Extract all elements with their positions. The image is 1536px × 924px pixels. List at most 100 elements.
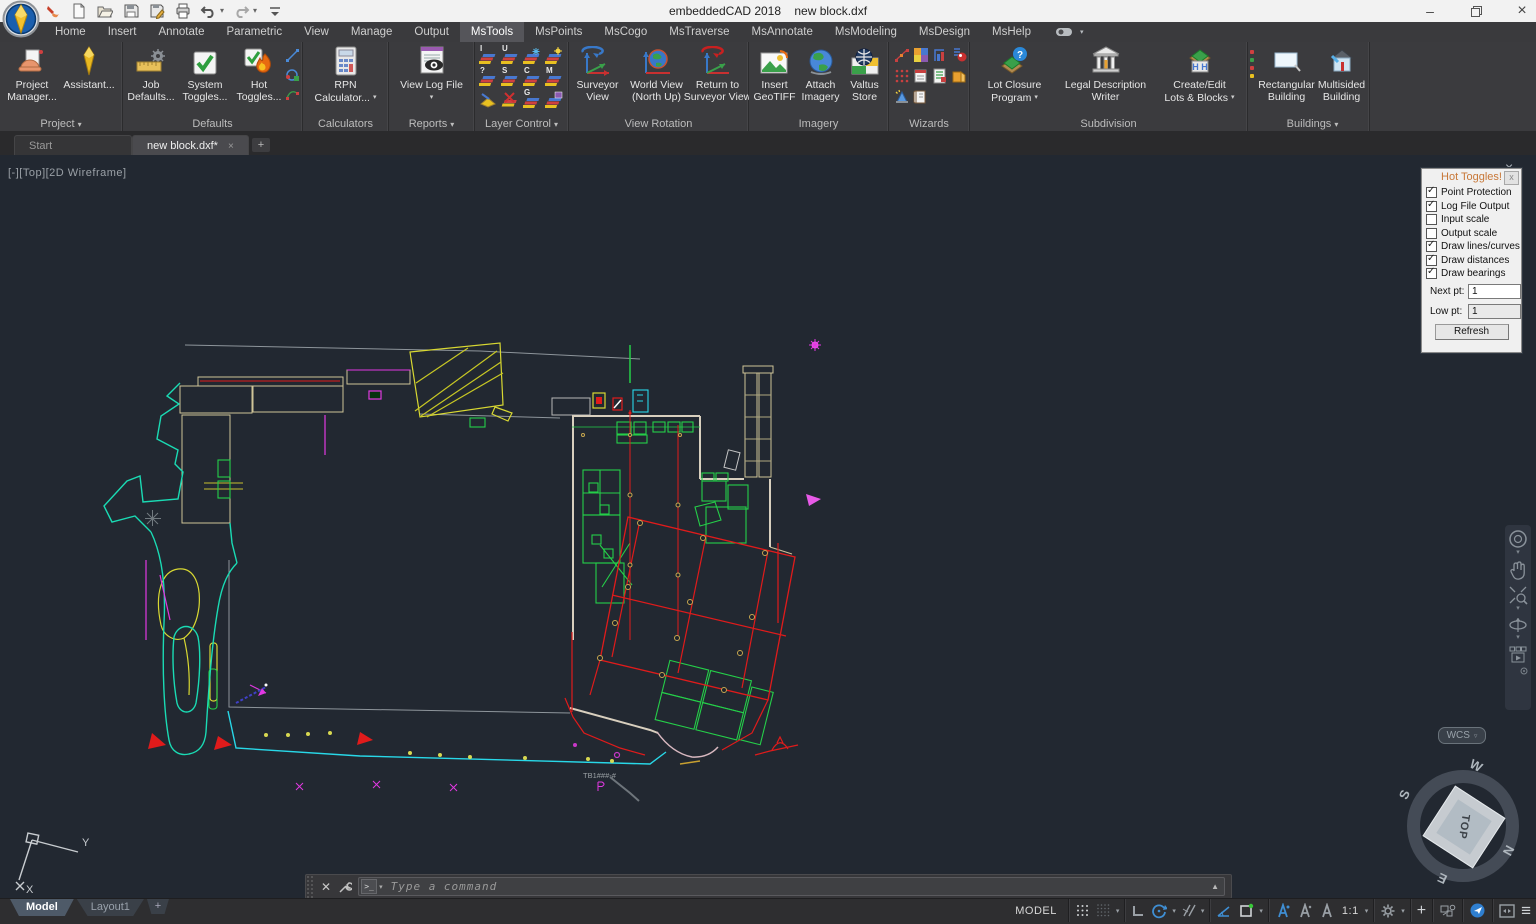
workspace-switching-icon[interactable] [1377, 899, 1399, 922]
hot-toggle-checkbox-4[interactable] [1426, 241, 1437, 252]
object-snap-icon[interactable] [1235, 899, 1257, 922]
layer-manager-icon[interactable] [545, 90, 564, 109]
drawing-canvas[interactable]: TB1###-# [0, 155, 1536, 898]
tab-msmodeling[interactable]: MsModeling [824, 22, 908, 42]
command-bar-customize-icon[interactable] [338, 880, 352, 894]
tab-parametric[interactable]: Parametric [216, 22, 294, 42]
hot-toggle-checkbox-2[interactable] [1426, 214, 1437, 225]
layer-group-icon[interactable]: G [523, 90, 542, 109]
command-bar-grip[interactable] [306, 875, 314, 898]
layer-set-icon[interactable]: S [501, 68, 520, 87]
hot-toggle-checkbox-1[interactable] [1426, 201, 1437, 212]
file-tab-start[interactable]: Start [14, 135, 132, 156]
customization-menu-icon[interactable]: ≡ [1518, 899, 1534, 922]
view-log-file-button[interactable]: View Log File ▾ [392, 42, 472, 104]
snap-mode-icon[interactable] [1072, 899, 1093, 922]
wizard-schedule-icon[interactable] [913, 68, 931, 88]
toggle-draw-bearings[interactable]: Draw bearings [1422, 267, 1521, 281]
job-defaults-button[interactable]: Job Defaults... [125, 42, 177, 103]
object-snap-tracking-icon[interactable] [1213, 899, 1235, 922]
layer-query-icon[interactable]: ? [479, 68, 498, 87]
isometric-dropdown-icon[interactable]: ▾ [1199, 907, 1207, 915]
hardware-acceleration-icon[interactable] [1466, 899, 1489, 922]
panel-label-buildings[interactable]: Buildings▾ [1256, 118, 1369, 130]
clean-screen-icon[interactable] [1496, 899, 1518, 922]
hot-toggle-checkbox-0[interactable] [1426, 187, 1437, 198]
wizard-points-icon[interactable] [951, 47, 969, 67]
system-toggles-button[interactable]: System Toggles... [177, 42, 233, 103]
zoom-extents-icon[interactable] [1508, 585, 1528, 605]
command-prompt-dropdown-icon[interactable]: ▾ [379, 883, 383, 891]
toggle-log-file-output[interactable]: Log File Output [1422, 200, 1521, 214]
file-tab-doc[interactable]: new block.dxf*× [132, 135, 249, 156]
isolate-objects-icon[interactable] [1436, 899, 1459, 922]
tab-msdesign[interactable]: MsDesign [908, 22, 981, 42]
surveyor-view-button[interactable]: Surveyor View [570, 42, 626, 103]
draw-polyline-mini-icon[interactable] [285, 86, 300, 101]
panel-label-view-rotation[interactable]: View Rotation [569, 118, 748, 130]
file-tab-close-icon[interactable]: × [228, 141, 234, 152]
tab-annotate[interactable]: Annotate [147, 22, 215, 42]
layer-unisolate-icon[interactable]: U [501, 46, 520, 65]
attach-imagery-button[interactable]: Attach Imagery [798, 42, 844, 103]
navbar-customize-icon[interactable] [1520, 667, 1528, 675]
return-to-surveyor-view-button[interactable]: Return to Surveyor View [688, 42, 748, 103]
panel-label-project[interactable]: Project▾ [0, 118, 122, 130]
hot-toggles-button[interactable]: Hot Toggles... [233, 42, 285, 103]
layer-copy-icon[interactable]: C [523, 68, 542, 87]
wizard-parcels-icon[interactable] [913, 47, 931, 67]
toggle-draw-lines-curves[interactable]: Draw lines/curves [1422, 240, 1521, 254]
viewport-controls[interactable]: [-][Top][2D Wireframe] [8, 167, 127, 179]
orbit-dropdown-icon[interactable]: ▾ [1516, 634, 1520, 642]
panel-label-subdivision[interactable]: Subdivision [970, 118, 1247, 130]
command-input[interactable]: >_ ▾ Type a command ▲ [358, 877, 1225, 896]
hot-toggle-checkbox-3[interactable] [1426, 228, 1437, 239]
layout1-tab[interactable]: Layout1 [77, 899, 144, 916]
panel-label-calculators[interactable]: Calculators [303, 118, 388, 130]
close-button[interactable]: × [1514, 0, 1530, 22]
polar-tracking-icon[interactable] [1148, 899, 1170, 922]
rpn-calculator-button[interactable]: RPN Calculator...▾ [310, 42, 382, 104]
navigation-wheel-icon[interactable] [1508, 529, 1528, 549]
annotation-scale-value[interactable]: 1:1 [1338, 905, 1363, 917]
tab-mscogo[interactable]: MsCogo [593, 22, 658, 42]
tab-home[interactable]: Home [44, 22, 97, 42]
grid-dropdown-icon[interactable]: ▾ [1114, 907, 1122, 915]
draw-curve-mini-icon[interactable] [285, 67, 300, 82]
wizard-export-icon[interactable] [951, 68, 969, 88]
panel-label-layer-control[interactable]: Layer Control▾ [475, 118, 568, 130]
annotation-visibility-icon[interactable] [1272, 899, 1294, 922]
ribbon-display-icon[interactable]: ▾ [1056, 22, 1084, 42]
pan-icon[interactable] [1509, 561, 1527, 581]
layer-match-icon[interactable]: M [545, 68, 564, 87]
layer-off-icon[interactable] [501, 90, 520, 109]
tab-mstools[interactable]: MsTools [460, 22, 524, 42]
model-tab[interactable]: Model [10, 899, 74, 916]
layer-walk-icon[interactable] [479, 90, 498, 109]
panel-label-reports[interactable]: Reports▾ [389, 118, 474, 130]
new-file-tab-button[interactable]: + [252, 138, 270, 152]
layer-isolate-icon[interactable]: I [479, 46, 498, 65]
lot-closure-program-button[interactable]: ? Lot Closure Program▾ [974, 42, 1056, 104]
navigation-wheel-dropdown-icon[interactable]: ▾ [1516, 549, 1520, 557]
wizard-report-icon[interactable] [932, 68, 950, 88]
tab-mshelp[interactable]: MsHelp [981, 22, 1042, 42]
annotation-scale-icon[interactable] [1316, 899, 1338, 922]
new-layout-button[interactable]: + [147, 899, 169, 914]
wizard-assistant-icon[interactable] [894, 89, 912, 109]
orbit-icon[interactable] [1508, 616, 1528, 634]
wizard-traverse-icon[interactable] [894, 47, 912, 67]
polar-dropdown-icon[interactable]: ▾ [1170, 907, 1178, 915]
tab-output[interactable]: Output [403, 22, 460, 42]
project-manager-button[interactable]: Project Manager... [4, 42, 60, 103]
command-history-up-icon[interactable]: ▲ [1211, 882, 1224, 891]
app-logo[interactable] [2, 0, 40, 38]
customization-plus-icon[interactable]: + [1414, 899, 1429, 922]
object-snap-dropdown-icon[interactable]: ▾ [1257, 907, 1265, 915]
world-view-button[interactable]: World View (North Up) [626, 42, 688, 103]
annotation-scale-dropdown-icon[interactable]: ▾ [1363, 907, 1371, 915]
wizard-manual-icon[interactable] [913, 89, 931, 109]
valtus-store-button[interactable]: Valtus Store [844, 42, 886, 103]
toggle-draw-distances[interactable]: Draw distances [1422, 254, 1521, 268]
palette-close-icon[interactable]: x [1504, 171, 1519, 185]
